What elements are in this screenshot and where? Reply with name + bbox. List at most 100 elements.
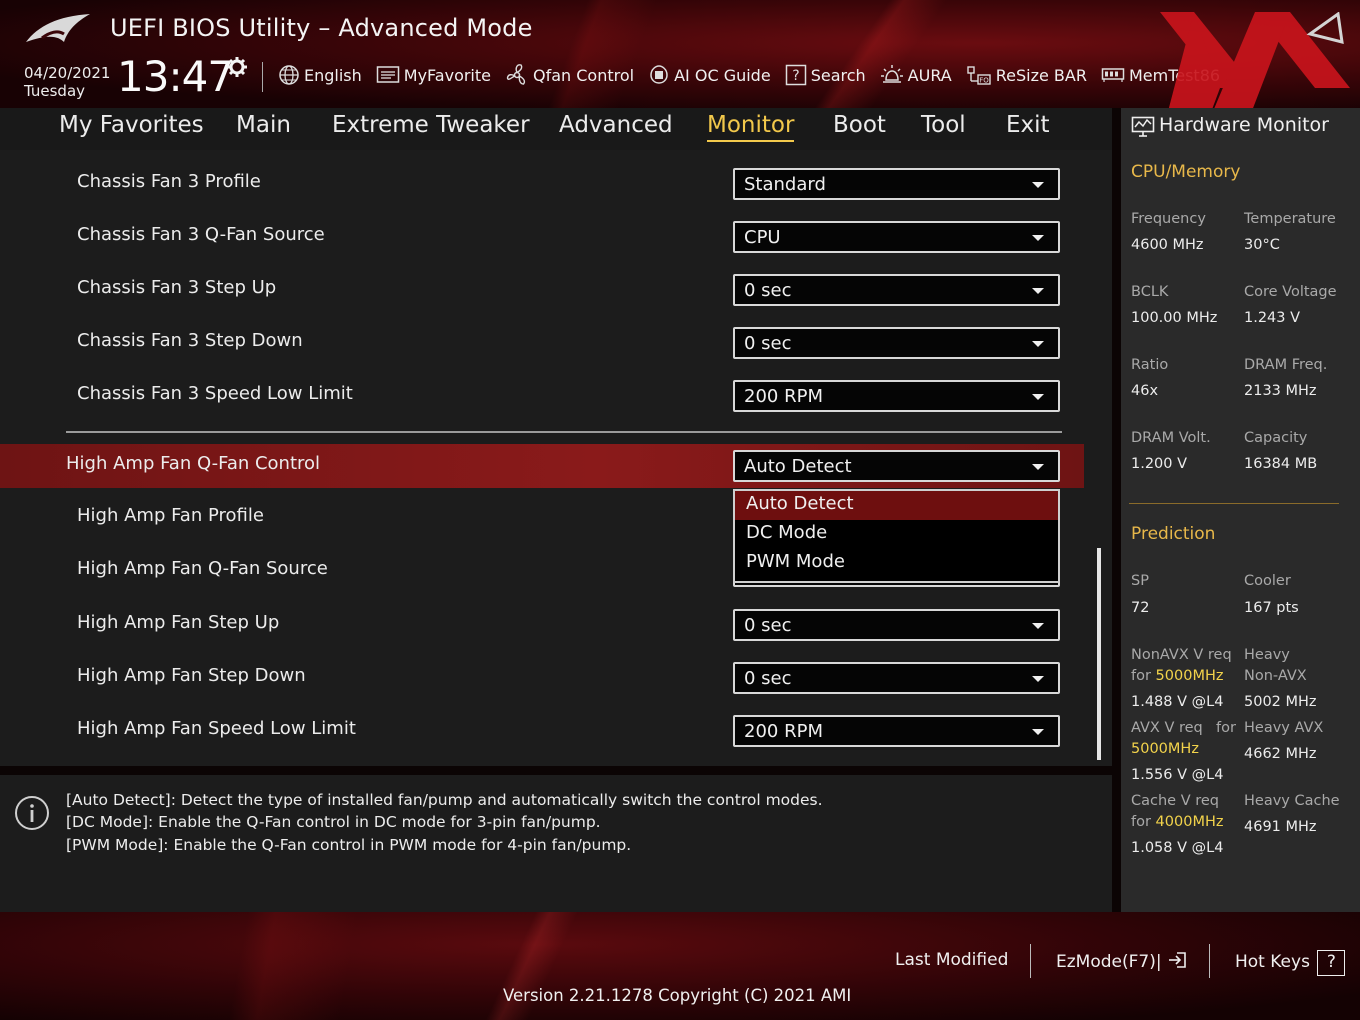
- hw-label: DRAM Volt.: [1131, 430, 1211, 446]
- chassis-fan3-low-limit-select[interactable]: 200 RPM: [733, 380, 1060, 412]
- info-icon: [15, 796, 49, 830]
- rog-logo-icon: [26, 14, 90, 42]
- tab-main[interactable]: Main: [236, 112, 291, 138]
- option-pwm-mode[interactable]: PWM Mode: [735, 549, 1058, 578]
- hw-value: 1.488 V @L4: [1131, 694, 1224, 710]
- help-panel: [Auto Detect]: Detect the type of instal…: [0, 775, 1112, 912]
- gear-icon[interactable]: [226, 56, 248, 78]
- header-divider: [262, 62, 263, 92]
- hw-value: 4691 MHz: [1244, 819, 1317, 835]
- tab-advanced[interactable]: Advanced: [559, 112, 673, 138]
- scrollbar[interactable]: [1097, 548, 1101, 760]
- select-value: CPU: [744, 227, 781, 248]
- caret-down-icon: [1032, 182, 1044, 188]
- high-amp-fan-low-limit-select[interactable]: 200 RPM: [733, 715, 1060, 747]
- svg-text:?: ?: [792, 68, 799, 84]
- hw-value: 72: [1131, 600, 1150, 616]
- setting-label: High Amp Fan Step Up: [77, 612, 280, 633]
- toolbar: English MyFavorite Qfan Control AI OC Gu…: [278, 60, 1234, 90]
- caret-down-icon: [1032, 288, 1044, 294]
- hw-label: Core Voltage: [1244, 284, 1337, 300]
- tab-extreme-tweaker[interactable]: Extreme Tweaker: [332, 112, 530, 138]
- hw-label: Capacity: [1244, 430, 1308, 446]
- for-word: for: [1216, 720, 1236, 736]
- high-amp-fan-qfan-control-select[interactable]: Auto Detect: [733, 450, 1060, 482]
- ezmode-label: EzMode(F7)|: [1056, 952, 1162, 972]
- dropdown-options-list: Auto Detect DC Mode PWM Mode: [733, 489, 1060, 583]
- caret-down-icon: [1032, 676, 1044, 682]
- tool-label: AURA: [907, 65, 952, 85]
- hw-label-line: for 5000MHz: [1131, 668, 1223, 684]
- caret-down-icon: [1032, 235, 1044, 241]
- hw-value: 4600 MHz: [1131, 237, 1204, 253]
- hw-label-line: for 4000MHz: [1131, 814, 1223, 830]
- for-word: for: [1131, 668, 1151, 684]
- select-value: 0 sec: [744, 615, 792, 636]
- select-value: Standard: [744, 174, 826, 195]
- footer-bar: Last Modified EzMode(F7)| Hot Keys ? Ver…: [0, 912, 1360, 1020]
- tool-myfavorite[interactable]: MyFavorite: [376, 65, 491, 85]
- select-value: 0 sec: [744, 668, 792, 689]
- fan-icon: [506, 64, 526, 85]
- option-dc-mode[interactable]: DC Mode: [735, 520, 1058, 549]
- tool-search[interactable]: ? Search: [785, 64, 866, 86]
- tab-tool[interactable]: Tool: [921, 112, 966, 138]
- footer-divider: [1209, 944, 1210, 978]
- tool-resize-bar[interactable]: FO ReSize BAR: [966, 64, 1087, 86]
- footer-divider: [1030, 944, 1031, 978]
- high-amp-fan-step-up-select[interactable]: 0 sec: [733, 609, 1060, 641]
- tool-label: Qfan Control: [533, 65, 635, 85]
- chassis-fan3-step-up-select[interactable]: 0 sec: [733, 274, 1060, 306]
- select-value: 200 RPM: [744, 386, 823, 407]
- high-amp-fan-step-down-select[interactable]: 0 sec: [733, 662, 1060, 694]
- option-auto-detect[interactable]: Auto Detect: [735, 491, 1058, 520]
- chassis-fan3-source-select[interactable]: CPU: [733, 221, 1060, 253]
- chassis-fan3-step-down-select[interactable]: 0 sec: [733, 327, 1060, 359]
- caret-down-icon: [1032, 623, 1044, 629]
- hw-value: 1.200 V: [1131, 456, 1188, 472]
- tool-qfan[interactable]: Qfan Control: [505, 63, 634, 87]
- tool-aura[interactable]: AURA: [880, 64, 952, 86]
- memory-icon: [1101, 68, 1125, 82]
- version-text: Version 2.21.1278 Copyright (C) 2021 AMI: [503, 986, 852, 1005]
- hw-value: 2133 MHz: [1244, 383, 1317, 399]
- hot-keys-button[interactable]: Hot Keys ?: [1235, 950, 1346, 976]
- caret-down-icon: [1032, 729, 1044, 735]
- chassis-fan3-profile-select[interactable]: Standard: [733, 168, 1060, 200]
- tab-my-favorites[interactable]: My Favorites: [59, 112, 204, 138]
- tool-ai-oc-guide[interactable]: AI OC Guide: [648, 64, 771, 86]
- aura-light-icon: [880, 65, 903, 83]
- hw-label: BCLK: [1131, 284, 1169, 300]
- hw-label: Cache V req: [1131, 793, 1219, 809]
- svg-text:FO: FO: [979, 77, 989, 85]
- hw-freq-highlight: 4000MHz: [1155, 814, 1224, 830]
- hw-label: Heavy Cache: [1244, 793, 1340, 809]
- hardware-monitor-title: Hardware Monitor: [1159, 114, 1329, 136]
- hw-label: Frequency: [1131, 211, 1206, 227]
- hw-value: 167 pts: [1244, 600, 1299, 616]
- tab-boot[interactable]: Boot: [833, 112, 886, 138]
- exit-arrow-icon: [1168, 952, 1186, 968]
- tab-exit[interactable]: Exit: [1006, 112, 1050, 138]
- hw-label: Heavy: [1244, 647, 1290, 663]
- last-modified-button[interactable]: Last Modified: [895, 950, 1008, 970]
- selected-setting-row[interactable]: High Amp Fan Q-Fan Control Auto Detect: [0, 444, 1084, 488]
- app-title: UEFI BIOS Utility – Advanced Mode: [110, 14, 533, 42]
- setting-label: High Amp Fan Q-Fan Source: [77, 558, 328, 579]
- hw-value: 46x: [1131, 383, 1159, 399]
- hw-label: Temperature: [1244, 211, 1336, 227]
- clock-display: 13:47: [117, 52, 234, 101]
- hw-value: 16384 MB: [1244, 456, 1318, 472]
- setting-label: Chassis Fan 3 Step Up: [77, 277, 277, 298]
- tool-language[interactable]: English: [278, 64, 362, 86]
- question-box-icon: ?: [785, 64, 806, 86]
- setting-label: Chassis Fan 3 Speed Low Limit: [77, 383, 353, 404]
- hw-label: NonAVX V req: [1131, 647, 1232, 663]
- help-text-line: [DC Mode]: Enable the Q-Fan control in D…: [66, 813, 601, 831]
- ezmode-button[interactable]: EzMode(F7)|: [1056, 950, 1189, 972]
- tab-monitor[interactable]: Monitor: [707, 112, 795, 142]
- setting-label: High Amp Fan Q-Fan Control: [66, 453, 321, 474]
- select-value: 0 sec: [744, 333, 792, 354]
- section-divider: [66, 431, 1062, 433]
- setting-label: High Amp Fan Speed Low Limit: [77, 718, 356, 739]
